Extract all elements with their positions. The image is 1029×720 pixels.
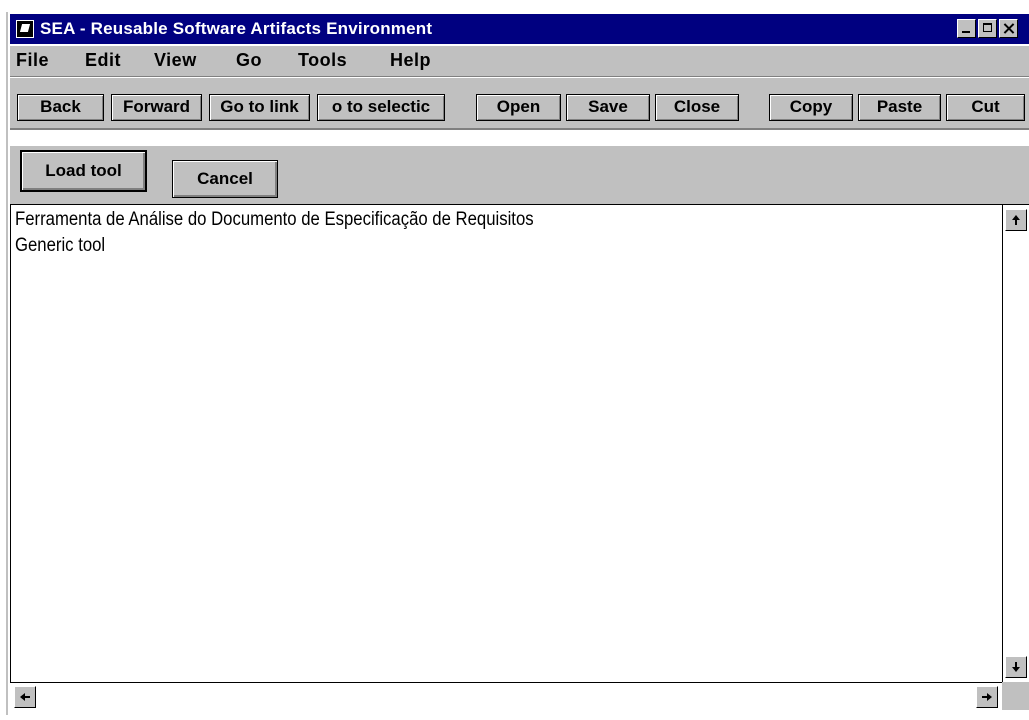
vertical-scrollbar[interactable]: [1002, 204, 1029, 682]
tool-action-bar: Load tool Cancel: [10, 146, 1029, 206]
load-tool-button[interactable]: Load tool: [20, 150, 147, 192]
scrollbar-corner: [1002, 682, 1029, 710]
save-button[interactable]: Save: [566, 94, 650, 121]
open-button[interactable]: Open: [476, 94, 561, 121]
application-window: SEA - Reusable Software Artifacts Enviro…: [6, 12, 1029, 715]
app-icon[interactable]: [16, 20, 34, 38]
close-button[interactable]: Close: [655, 94, 739, 121]
menu-help[interactable]: Help: [390, 50, 431, 71]
back-button[interactable]: Back: [17, 94, 104, 121]
menu-file[interactable]: File: [16, 50, 49, 71]
copy-button[interactable]: Copy: [769, 94, 853, 121]
title-bar[interactable]: SEA - Reusable Software Artifacts Enviro…: [10, 14, 1029, 44]
forward-button[interactable]: Forward: [111, 94, 202, 121]
list-item[interactable]: Generic tool: [15, 235, 105, 257]
navigation-toolbar: Back Forward Go to link o to selectic Op…: [10, 78, 1029, 130]
go-to-selection-button[interactable]: o to selectic: [317, 94, 445, 121]
list-item[interactable]: Ferramenta de Análise do Documento de Es…: [15, 209, 534, 231]
menu-go[interactable]: Go: [236, 50, 262, 71]
scroll-left-arrow-icon[interactable]: [14, 686, 36, 708]
cancel-button[interactable]: Cancel: [172, 160, 278, 198]
menu-bar: File Edit View Go Tools Help: [10, 46, 1029, 77]
scroll-up-arrow-icon[interactable]: [1005, 209, 1027, 231]
close-window-button[interactable]: [999, 19, 1018, 38]
maximize-button[interactable]: [978, 19, 997, 38]
cut-button[interactable]: Cut: [946, 94, 1025, 121]
menu-edit[interactable]: Edit: [85, 50, 121, 71]
horizontal-scrollbar[interactable]: [10, 682, 1002, 710]
scroll-down-arrow-icon[interactable]: [1005, 656, 1027, 678]
window-title: SEA - Reusable Software Artifacts Enviro…: [40, 19, 433, 38]
paste-button[interactable]: Paste: [858, 94, 941, 121]
minimize-button[interactable]: [957, 19, 976, 38]
tool-list-area[interactable]: Ferramenta de Análise do Documento de Es…: [10, 204, 1003, 683]
menu-view[interactable]: View: [154, 50, 197, 71]
scroll-right-arrow-icon[interactable]: [976, 686, 998, 708]
go-to-link-button[interactable]: Go to link: [209, 94, 310, 121]
menu-tools[interactable]: Tools: [298, 50, 347, 71]
